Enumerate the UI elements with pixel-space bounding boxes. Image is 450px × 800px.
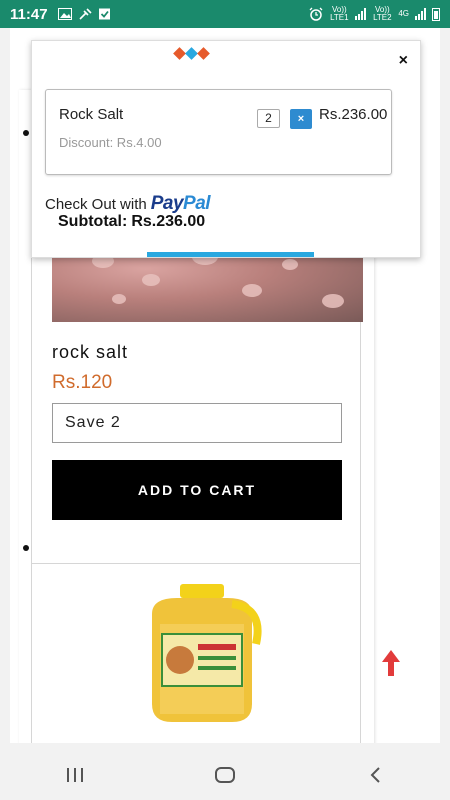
oil-bottle-image[interactable] — [132, 584, 272, 724]
close-icon[interactable]: × — [399, 52, 408, 70]
paypal-checkout-button[interactable]: Check Out with PayPal — [45, 193, 211, 215]
product-price: Rs.120 — [52, 372, 113, 393]
signal-icon — [415, 8, 426, 20]
save-option-select[interactable]: Save 2 — [52, 403, 342, 443]
network-label-2: Vo)) LTE2 — [373, 5, 392, 22]
status-bar: 11:47 Vo)) LTE1 Vo)) LTE2 4G — [0, 0, 450, 28]
home-button[interactable] — [205, 760, 245, 790]
signal-icon — [355, 8, 367, 20]
cart-item-price: Rs.236.00 — [319, 106, 388, 123]
cart-item-discount: Discount: Rs.4.00 — [59, 135, 162, 150]
scroll-to-top-icon[interactable] — [381, 648, 401, 678]
product-name[interactable]: rock salt — [52, 342, 128, 363]
back-button[interactable] — [355, 760, 395, 790]
product-card — [31, 563, 361, 743]
subtotal-label: Subtotal: — [58, 213, 128, 230]
recent-apps-icon — [67, 768, 83, 782]
network-type: 4G — [398, 9, 409, 18]
status-time: 11:47 — [10, 5, 48, 23]
alarm-icon — [309, 7, 323, 21]
popup-accent-bar — [147, 252, 314, 257]
back-icon — [370, 767, 380, 783]
battery-icon — [432, 7, 440, 21]
cart-item: Rock Salt Discount: Rs.4.00 2 × Rs.236.0… — [45, 89, 392, 175]
image-icon — [57, 8, 72, 20]
product-card: rock salt Rs.120 Save 2 ADD TO CART — [31, 233, 363, 566]
status-left-icons — [57, 8, 112, 20]
quantity-input[interactable]: 2 — [257, 109, 280, 128]
checkbox-icon — [98, 8, 110, 20]
paypal-logo: PayPal — [150, 193, 211, 214]
home-icon — [215, 767, 235, 783]
subtotal: Subtotal: Rs.236.00 — [58, 213, 205, 231]
status-right-icons: Vo)) LTE1 Vo)) LTE2 4G — [309, 6, 440, 22]
cart-item-name[interactable]: Rock Salt — [59, 106, 123, 123]
subtotal-value: Rs.236.00 — [131, 213, 206, 230]
checkout-text: Check Out with — [45, 196, 147, 213]
cart-popup: × Rock Salt Discount: Rs.4.00 2 × Rs.236… — [31, 40, 421, 258]
remove-item-button[interactable]: × — [290, 109, 312, 129]
network-label-1: Vo)) LTE1 — [330, 5, 349, 22]
recent-apps-button[interactable] — [55, 760, 95, 790]
list-bullet — [23, 130, 29, 136]
add-to-cart-button[interactable]: ADD TO CART — [52, 460, 342, 520]
brand-logo — [173, 47, 210, 60]
system-nav-bar — [0, 750, 450, 800]
list-bullet — [23, 545, 29, 551]
tools-icon — [78, 8, 92, 20]
